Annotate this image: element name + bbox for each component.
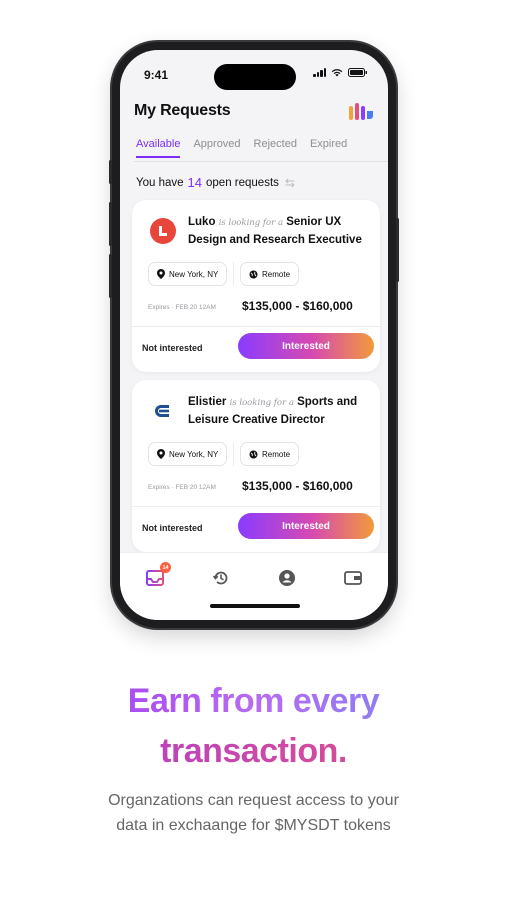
tab-available[interactable]: Available bbox=[136, 138, 181, 158]
history-tab[interactable] bbox=[210, 567, 232, 589]
phone-screen: 9:41 My Requests Available Approved Reje… bbox=[120, 50, 388, 620]
chip-divider bbox=[233, 442, 234, 466]
company-name: Luko bbox=[188, 216, 216, 228]
luko-logo-icon bbox=[150, 218, 176, 244]
status-icons bbox=[313, 68, 368, 77]
work-mode-text: Remote bbox=[262, 269, 291, 279]
dynamic-island bbox=[214, 64, 296, 90]
wallet-icon bbox=[344, 571, 362, 585]
profile-tab[interactable] bbox=[276, 567, 298, 589]
request-card: Luko is looking for a Senior UX Design a… bbox=[132, 200, 380, 372]
expiry-text: Expires · FEB 20 12AM bbox=[148, 484, 216, 491]
subtitle-line-1: Organzations can request access to your bbox=[108, 792, 399, 809]
salary-range: $135,000 - $160,000 bbox=[242, 479, 353, 493]
request-tabs: Available Approved Rejected Expired bbox=[136, 138, 381, 158]
summary-prefix: You have bbox=[136, 176, 184, 189]
tab-approved[interactable]: Approved bbox=[193, 138, 240, 158]
headline-line-1: Earn from every bbox=[0, 676, 507, 726]
page-title: My Requests bbox=[134, 102, 231, 119]
status-time: 9:41 bbox=[144, 68, 169, 82]
tabs-divider bbox=[134, 161, 388, 162]
bottom-tab-bar: 14 bbox=[120, 552, 388, 620]
location-pin-icon bbox=[157, 269, 165, 279]
battery-icon bbox=[348, 68, 368, 77]
wallet-tab[interactable] bbox=[342, 567, 364, 589]
salary-range: $135,000 - $160,000 bbox=[242, 299, 353, 313]
profile-icon bbox=[279, 570, 295, 586]
looking-for-text: is looking for a bbox=[229, 398, 294, 408]
work-mode-chip: Remote bbox=[240, 262, 300, 286]
app-logo-icon[interactable] bbox=[348, 102, 374, 127]
chip-divider bbox=[233, 262, 234, 286]
swap-icon[interactable]: ⇆ bbox=[285, 176, 295, 190]
card-body: Elistier is looking for a Sports and Lei… bbox=[132, 380, 380, 506]
inbox-tab[interactable]: 14 bbox=[144, 562, 171, 589]
marketing-subtitle: Organzations can request access to your … bbox=[0, 788, 507, 838]
interested-button[interactable]: Interested bbox=[238, 513, 374, 539]
card-body: Luko is looking for a Senior UX Design a… bbox=[132, 200, 380, 326]
request-card: Elistier is looking for a Sports and Lei… bbox=[132, 380, 380, 552]
inbox-icon bbox=[146, 570, 164, 586]
tab-expired[interactable]: Expired bbox=[310, 138, 347, 158]
company-name: Elistier bbox=[188, 396, 227, 408]
location-pin-icon bbox=[157, 449, 165, 459]
open-requests-summary: You have 14 open requests ⇆ bbox=[136, 175, 295, 190]
location-text: New York, NY bbox=[169, 269, 219, 279]
not-interested-button[interactable]: Not interested bbox=[142, 343, 203, 353]
signal-icon bbox=[313, 68, 326, 77]
elistier-logo-icon bbox=[150, 398, 176, 424]
location-chip: New York, NY bbox=[148, 262, 228, 286]
open-requests-count: 14 bbox=[187, 175, 203, 190]
tab-rejected[interactable]: Rejected bbox=[254, 138, 297, 158]
not-interested-button[interactable]: Not interested bbox=[142, 523, 203, 533]
phone-frame: 9:41 My Requests Available Approved Reje… bbox=[109, 42, 399, 628]
location-chip: New York, NY bbox=[148, 442, 228, 466]
home-indicator bbox=[210, 604, 300, 608]
inbox-badge: 14 bbox=[160, 562, 171, 573]
looking-for-text: is looking for a bbox=[218, 218, 284, 228]
mute-switch bbox=[109, 160, 112, 184]
globe-icon bbox=[249, 450, 258, 458]
app-header: My Requests bbox=[134, 102, 374, 124]
volume-down-button bbox=[109, 254, 112, 298]
wifi-icon bbox=[331, 68, 343, 77]
headline-line-2: transaction. bbox=[0, 726, 507, 776]
work-mode-chip: Remote bbox=[240, 442, 300, 466]
location-text: New York, NY bbox=[169, 449, 219, 459]
request-headline: Luko is looking for a Senior UX Design a… bbox=[188, 214, 374, 249]
work-mode-text: Remote bbox=[262, 449, 291, 459]
request-headline: Elistier is looking for a Sports and Lei… bbox=[188, 394, 374, 429]
history-icon bbox=[212, 571, 228, 585]
power-button bbox=[396, 218, 399, 282]
subtitle-line-2: data in exchaange for $MYSDT tokens bbox=[116, 817, 391, 834]
expiry-text: Expires · FEB 20 12AM bbox=[148, 304, 216, 311]
interested-button[interactable]: Interested bbox=[238, 333, 374, 359]
summary-suffix: open requests bbox=[206, 176, 279, 189]
card-actions: Not interested Interested bbox=[132, 326, 380, 372]
marketing-headline: Earn from every transaction. bbox=[0, 676, 507, 776]
volume-up-button bbox=[109, 202, 112, 246]
card-actions: Not interested Interested bbox=[132, 506, 380, 552]
globe-icon bbox=[249, 270, 258, 278]
